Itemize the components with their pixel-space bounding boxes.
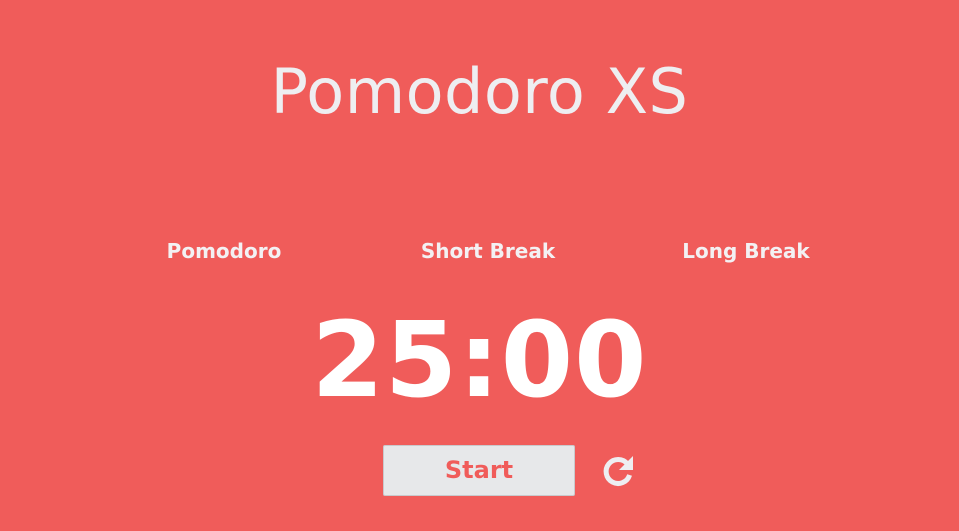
start-button[interactable]: Start xyxy=(383,445,575,496)
app-title: Pomodoro XS xyxy=(270,55,689,128)
tab-long-break[interactable]: Long Break xyxy=(682,234,809,268)
mode-tabs: Pomodoro Short Break Long Break xyxy=(0,234,959,268)
tab-pomodoro[interactable]: Pomodoro xyxy=(167,234,282,268)
reset-button[interactable] xyxy=(598,451,638,491)
reset-icon xyxy=(603,456,633,486)
timer-display: 25:00 xyxy=(311,299,648,421)
tab-short-break[interactable]: Short Break xyxy=(421,234,555,268)
